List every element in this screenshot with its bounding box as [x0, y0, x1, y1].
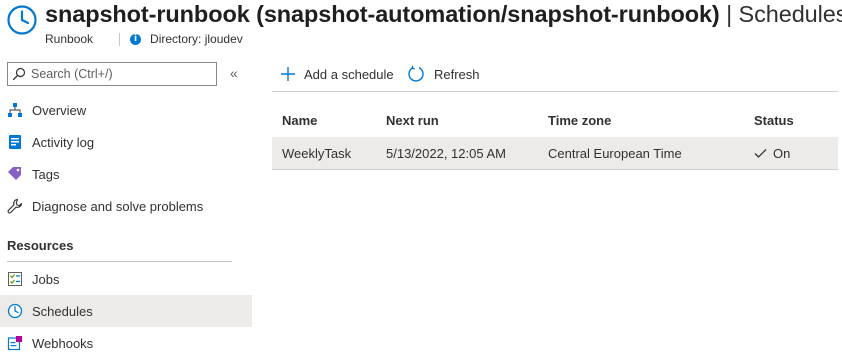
schedule-next-run: 5/13/2022, 12:05 AM — [386, 146, 506, 161]
directory-label: Directory: jloudev — [150, 32, 243, 46]
search-icon — [12, 67, 26, 81]
schedule-name[interactable]: WeeklyTask — [282, 146, 351, 161]
page-header: snapshot-runbook (snapshot-automation/sn… — [0, 0, 842, 52]
sidebar-item-activity-log[interactable]: Activity log — [0, 126, 252, 158]
page-title-section: | Schedules — [719, 1, 842, 27]
clock-icon — [7, 303, 23, 319]
search-input[interactable] — [31, 67, 211, 81]
resource-type-label: Runbook — [45, 32, 94, 46]
schedule-time-zone: Central European Time — [548, 146, 682, 161]
clock-icon — [7, 5, 37, 35]
sidebar-item-webhooks[interactable]: Webhooks — [0, 327, 252, 359]
activity-log-icon — [9, 135, 21, 149]
sidebar-item-label: Diagnose and solve problems — [32, 198, 204, 214]
page-title: snapshot-runbook (snapshot-automation/sn… — [45, 1, 842, 28]
sidebar-item-label: Tags — [32, 166, 60, 182]
sidebar-item-tags[interactable]: Tags — [0, 158, 252, 190]
table-header: Name Next run Time zone Status — [272, 102, 838, 137]
sidebar-item-label: Webhooks — [32, 335, 94, 351]
webhook-icon — [7, 336, 22, 351]
sidebar-item-label: Schedules — [32, 303, 93, 319]
schedules-table: Name Next run Time zone Status WeeklyTas… — [272, 102, 838, 170]
sidebar-item-jobs[interactable]: Jobs — [0, 263, 252, 295]
tag-icon — [8, 167, 21, 180]
refresh-button[interactable]: Refresh — [407, 64, 480, 84]
sidebar-item-label: Jobs — [32, 271, 60, 287]
refresh-label: Refresh — [434, 66, 480, 82]
schedule-status: On — [754, 146, 790, 161]
sidebar-item-diagnose[interactable]: Diagnose and solve problems — [0, 190, 252, 222]
sidebar-item-overview[interactable]: Overview — [0, 94, 252, 126]
page-title-main: snapshot-runbook (snapshot-automation/sn… — [45, 1, 720, 27]
schedule-status-label: On — [773, 146, 791, 161]
sidebar-item-label: Overview — [32, 102, 87, 118]
sidebar-item-schedules[interactable]: Schedules — [0, 295, 252, 327]
command-bar: Add a schedule Refresh — [272, 56, 838, 92]
section-divider — [7, 261, 232, 262]
add-schedule-label: Add a schedule — [304, 66, 394, 82]
subtitle-divider — [119, 32, 121, 46]
overview-icon — [8, 103, 22, 117]
wrench-icon — [7, 198, 23, 214]
table-row[interactable]: WeeklyTask 5/13/2022, 12:05 AM Central E… — [272, 137, 838, 170]
collapse-sidebar-button[interactable]: « — [230, 65, 238, 81]
column-header-status[interactable]: Status — [754, 113, 794, 128]
sidebar: « Overview Activity log Tags Diagnose an… — [0, 56, 252, 359]
sidebar-item-label: Activity log — [32, 134, 95, 150]
add-schedule-button[interactable]: Add a schedule — [280, 64, 394, 84]
main-content: Add a schedule Refresh Name Next run Tim… — [272, 56, 838, 359]
resources-section-header: Resources — [7, 238, 74, 253]
column-header-name[interactable]: Name — [282, 113, 317, 128]
plus-icon — [281, 67, 295, 81]
search-box[interactable] — [7, 62, 217, 86]
checkmark-icon — [754, 149, 767, 158]
column-header-next-run[interactable]: Next run — [386, 113, 439, 128]
column-header-time-zone[interactable]: Time zone — [548, 113, 611, 128]
page-subtitle: Runbook i Directory: jloudev — [45, 32, 243, 46]
jobs-icon — [8, 272, 22, 286]
refresh-icon — [408, 65, 424, 82]
info-icon: i — [130, 33, 142, 45]
